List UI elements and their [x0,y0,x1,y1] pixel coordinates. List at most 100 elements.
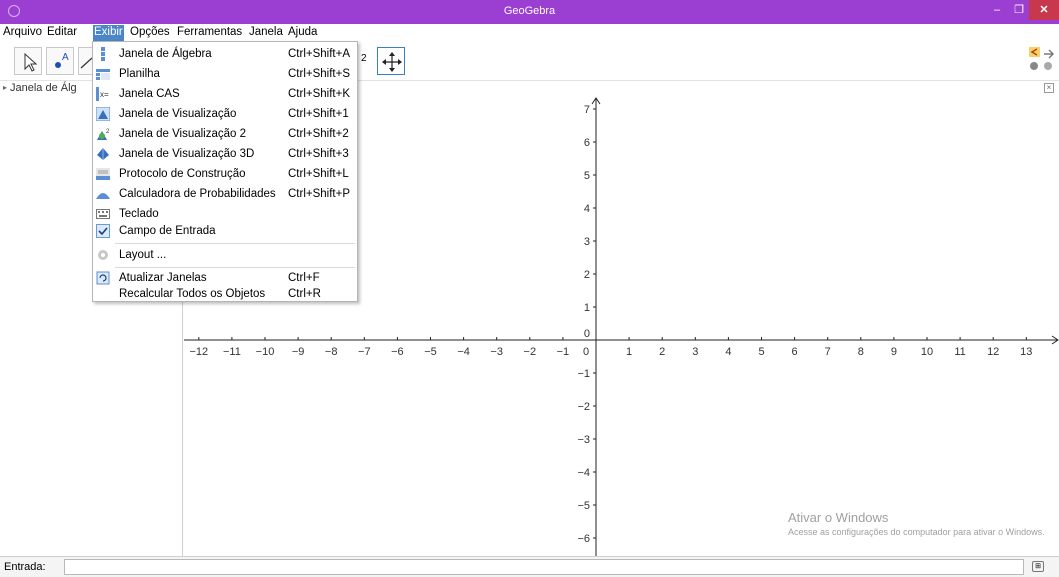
x-tick-label: 3 [692,346,698,358]
menu-editar[interactable]: Editar [46,25,78,41]
probability-calculator-icon [96,193,110,199]
x-tick-label: −11 [223,346,241,358]
gear-icon [98,250,108,260]
refresh-icon [96,271,110,285]
x-tick-label: 4 [725,346,731,358]
menu-ajuda[interactable]: Ajuda [287,25,318,41]
redo-icon[interactable] [1044,49,1055,59]
x-tick-label: 13 [1020,346,1032,358]
keyboard-toggle-icon[interactable]: ⊞ [1032,561,1044,572]
y-tick-label: −5 [577,500,590,512]
view-menu-dropdown: Janela de Álgebra Ctrl+Shift+A Planilha … [92,41,358,302]
svg-text:2: 2 [106,129,110,135]
algebra-view-title: Janela de Álg [10,82,77,94]
x-tick-label: 11 [954,346,965,358]
x-tick-label: −7 [358,346,371,358]
move-tool-button[interactable] [14,47,42,75]
y-tick-label: −2 [577,401,590,413]
view-menu-item-layout[interactable]: Layout ... [93,246,357,265]
input-label: Entrada: [4,561,46,573]
x-tick-label: 8 [858,346,864,358]
menu-exibir[interactable]: Exibir [93,25,124,41]
point-tool-button[interactable]: A [46,47,74,75]
svg-text:A: A [62,52,69,63]
keyboard-icon [96,209,110,219]
move-view-icon [382,52,402,72]
view-menu-item-input-bar[interactable]: Campo de Entrada [93,222,357,241]
y-tick-label: −3 [577,434,590,446]
x-tick-label: −3 [490,346,503,358]
menu-bar: Arquivo Editar Exibir Opções Ferramentas… [0,24,1059,41]
menu-arquivo[interactable]: Arquivo [2,25,43,41]
line-icon [80,57,93,69]
restore-button[interactable]: ❐ [1009,0,1029,20]
undo-redo-group [1028,45,1056,78]
view-menu-item-graphics[interactable]: Janela de Visualização Ctrl+Shift+1 [93,105,357,124]
x-tick-label: −1 [557,346,570,358]
close-button[interactable]: ✕ [1029,0,1059,20]
construction-protocol-icon [96,168,110,180]
x-tick-label: 10 [921,346,933,358]
view-menu-item-graphics-2[interactable]: 2 Janela de Visualização 2 Ctrl+Shift+2 [93,125,357,144]
y-tick-label: 6 [584,137,590,149]
menu-separator [115,267,355,268]
y-tick-label: 5 [584,170,590,182]
minimize-button[interactable]: – [985,0,1009,20]
point-icon: A [55,52,69,68]
title-bar: GeoGebra – ❐ ✕ [0,0,1059,24]
y-tick-label: −1 [577,368,590,380]
cursor-arrow-icon [24,52,38,72]
graphics-3d-icon [97,148,109,160]
menu-separator [115,243,355,244]
x-tick-label: 7 [825,346,831,358]
x-tick-label: −5 [424,346,437,358]
view-menu-item-probability[interactable]: Calculadora de Probabilidades Ctrl+Shift… [93,185,357,204]
x-tick-label: 1 [626,346,632,358]
view-menu-item-spreadsheet[interactable]: Planilha Ctrl+Shift+S [93,65,357,84]
y-tick-label: 4 [584,203,590,215]
x-tick-label: 5 [758,346,764,358]
view-menu-item-graphics-3d[interactable]: Janela de Visualização 3D Ctrl+Shift+3 [93,145,357,164]
x-tick-label: −4 [457,346,470,358]
geogebra-window: GeoGebra – ❐ ✕ Arquivo Editar Exibir Opç… [0,0,1059,577]
close-view-icon[interactable]: × [1044,83,1054,93]
spreadsheet-icon [96,69,110,80]
y-tick-label: 3 [584,236,590,248]
view-menu-item-algebra[interactable]: Janela de Álgebra Ctrl+Shift+A [93,45,357,64]
y-tick-label: 0 [584,328,590,340]
algebra-view-icon [101,47,105,61]
x-tick-label: −10 [256,346,275,358]
watermark-text: Acesse as configurações do computador pa… [788,527,1045,537]
checkbox-checked-icon [96,224,110,238]
x-tick-label: −12 [189,346,208,358]
view-menu-item-recompute[interactable]: Recalcular Todos os Objetos Ctrl+R [93,285,357,304]
menu-opcoes[interactable]: Opções [129,25,171,41]
input-bar: Entrada: ⊞ [0,556,1059,577]
svg-text:x=: x= [100,90,109,99]
graphics-view-2-icon: 2 [97,129,110,140]
move-graphics-view-button[interactable] [377,47,405,75]
y-tick-label: −6 [577,533,590,545]
x-tick-label: 2 [659,346,665,358]
y-tick-label: −4 [577,467,590,479]
menu-ferramentas[interactable]: Ferramentas [176,25,243,41]
view-menu-item-cas[interactable]: x= Janela CAS Ctrl+Shift+K [93,85,357,104]
help-icon[interactable] [1030,62,1038,70]
menu-janela[interactable]: Janela [248,25,284,41]
view-menu-item-construction-protocol[interactable]: Protocolo de Construção Ctrl+Shift+L [93,165,357,184]
toolbar-partial-label: 2 [361,53,367,64]
collapse-arrow-icon[interactable]: ▸ [3,83,7,92]
graphics-view-icon [96,107,110,121]
window-title: GeoGebra [503,5,556,17]
y-tick-label: 2 [584,269,590,281]
settings-gear-icon[interactable] [1044,62,1052,70]
cas-icon: x= [96,87,109,101]
x-tick-label: −6 [391,346,404,358]
input-field[interactable] [64,559,1024,575]
x-tick-label: 0 [583,346,589,358]
x-tick-label: 6 [792,346,798,358]
line-tool-button[interactable] [78,47,93,75]
undo-icon[interactable] [1029,47,1040,57]
y-tick-label: 7 [584,104,590,116]
x-tick-label: 9 [891,346,897,358]
